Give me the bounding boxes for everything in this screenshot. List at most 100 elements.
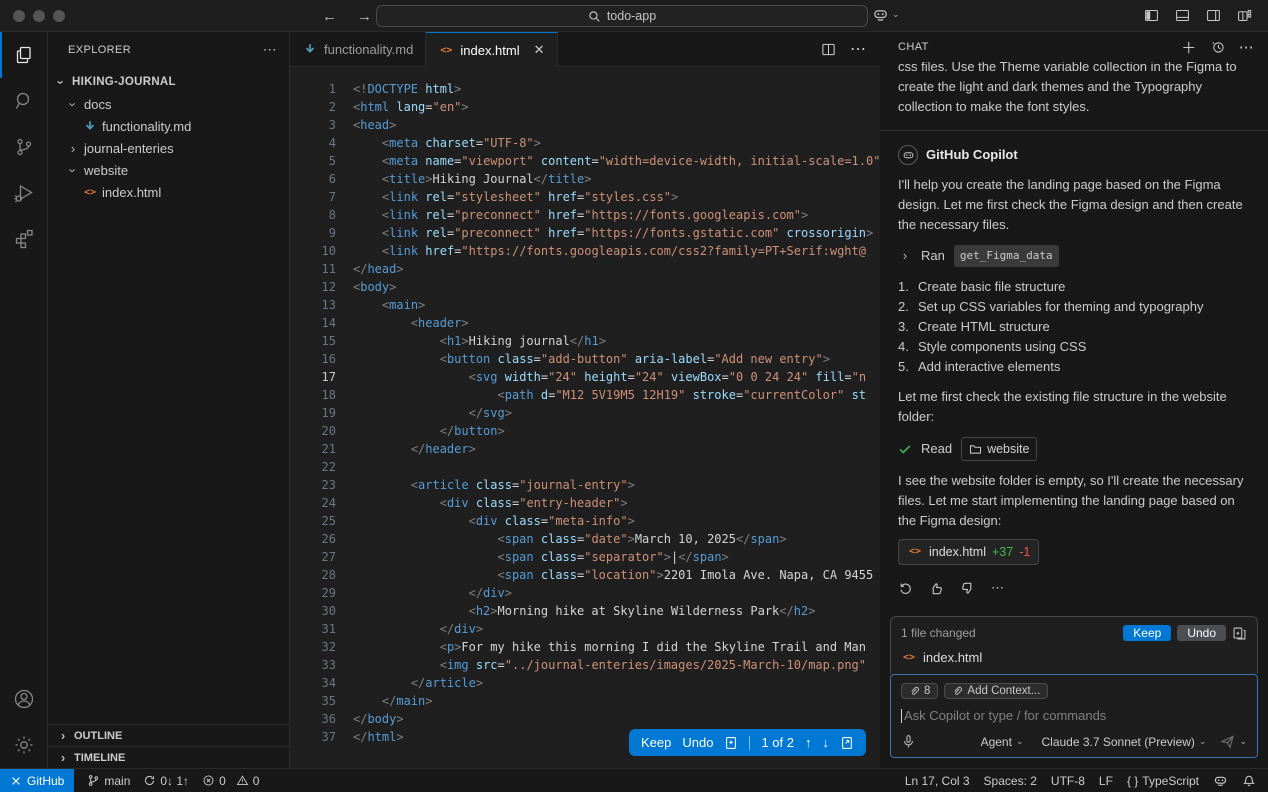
copilot-menu[interactable]: ⌄ <box>872 6 900 23</box>
remote-indicator[interactable]: GitHub <box>0 769 75 792</box>
code-line-30[interactable]: 30 <h2>Morning hike at Skyline Wildernes… <box>290 602 880 620</box>
next-change-icon[interactable]: ↓ <box>823 735 830 750</box>
code-line-28[interactable]: 28 <span class="location">2201 Imola Ave… <box>290 566 880 584</box>
keep-button[interactable]: Keep <box>641 735 671 750</box>
toggle-panel-icon[interactable] <box>1175 8 1190 23</box>
settings-gear-icon[interactable] <box>0 722 47 768</box>
tab-index-html[interactable]: <> index.html ✕ <box>426 32 558 67</box>
code-line-17[interactable]: 17 <svg width="24" height="24" viewBox="… <box>290 368 880 386</box>
microphone-icon[interactable] <box>901 734 916 749</box>
code-line-14[interactable]: 14 <header> <box>290 314 880 332</box>
code-line-16[interactable]: 16 <button class="add-button" aria-label… <box>290 350 880 368</box>
language-mode[interactable]: { } TypeScript <box>1127 774 1199 788</box>
tree-item-journal-enteries[interactable]: › journal-enteries <box>48 137 289 159</box>
minimize-window-icon[interactable] <box>33 10 45 22</box>
chat-more-icon[interactable]: ⋯ <box>1239 38 1254 56</box>
undo-button[interactable]: Undo <box>682 735 713 750</box>
split-editor-icon[interactable] <box>821 42 836 57</box>
code-line-25[interactable]: 25 <div class="meta-info"> <box>290 512 880 530</box>
code-line-5[interactable]: 5 <meta name="viewport" content="width=d… <box>290 152 880 170</box>
back-icon[interactable]: ← <box>322 8 337 25</box>
thumbs-up-icon[interactable] <box>929 581 944 596</box>
tool-call-row[interactable]: › Ran get_Figma_data <box>898 245 1250 267</box>
eol-setting[interactable]: LF <box>1099 774 1113 788</box>
code-line-20[interactable]: 20 </button> <box>290 422 880 440</box>
code-line-27[interactable]: 27 <span class="separator">|</span> <box>290 548 880 566</box>
code-line-8[interactable]: 8 <link rel="preconnect" href="https://f… <box>290 206 880 224</box>
code-line-24[interactable]: 24 <div class="entry-header"> <box>290 494 880 512</box>
indentation-setting[interactable]: Spaces: 2 <box>984 774 1037 788</box>
code-line-12[interactable]: 12 <body> <box>290 278 880 296</box>
add-context-chip[interactable]: Add Context... <box>944 683 1049 699</box>
code-line-1[interactable]: 1 <!DOCTYPE html> <box>290 80 880 98</box>
code-line-19[interactable]: 19 </svg> <box>290 404 880 422</box>
edited-file-row[interactable]: <> index.html <box>901 650 1247 665</box>
code-line-7[interactable]: 7 <link rel="stylesheet" href="styles.cs… <box>290 188 880 206</box>
notifications-bell-icon[interactable] <box>1242 774 1256 788</box>
code-line-2[interactable]: 2 <html lang="en"> <box>290 98 880 116</box>
timeline-section[interactable]: › TIMELINE <box>48 746 289 768</box>
code-line-6[interactable]: 6 <title>Hiking Journal</title> <box>290 170 880 188</box>
customize-layout-icon[interactable] <box>1237 8 1252 23</box>
close-window-icon[interactable] <box>13 10 25 22</box>
toggle-sidebar-icon[interactable] <box>1144 8 1159 23</box>
account-icon[interactable] <box>0 676 47 722</box>
keep-button[interactable]: Keep <box>1123 625 1172 641</box>
undo-button[interactable]: Undo <box>1177 625 1226 641</box>
editor-more-icon[interactable]: ⋯ <box>850 39 866 59</box>
command-center-search[interactable]: todo-app <box>376 5 868 27</box>
code-line-3[interactable]: 3 <head> <box>290 116 880 134</box>
read-target-chip[interactable]: website <box>961 437 1038 461</box>
tree-item-index-html[interactable]: <> index.html <box>48 181 289 203</box>
code-line-15[interactable]: 15 <h1>Hiking journal</h1> <box>290 332 880 350</box>
previous-change-icon[interactable]: ↑ <box>805 735 812 750</box>
tree-item-functionality-md[interactable]: functionality.md <box>48 115 289 137</box>
open-changes-icon[interactable] <box>724 736 738 750</box>
code-line-35[interactable]: 35 </main> <box>290 692 880 710</box>
explorer-more-icon[interactable]: ⋯ <box>263 41 277 58</box>
maximize-window-icon[interactable] <box>53 10 65 22</box>
code-line-11[interactable]: 11 </head> <box>290 260 880 278</box>
extensions-icon[interactable] <box>0 216 47 262</box>
code-line-36[interactable]: 36 </body> <box>290 710 880 728</box>
send-icon[interactable] <box>1220 734 1235 749</box>
search-view-icon[interactable] <box>0 78 47 124</box>
open-diff-icon[interactable] <box>840 736 854 750</box>
chat-input-field[interactable]: Ask Copilot or type / for commands <box>901 708 1247 723</box>
sync-status[interactable]: 0↓ 1↑ <box>143 774 189 788</box>
copilot-status-icon[interactable] <box>1213 773 1228 788</box>
tree-item-root[interactable]: › HIKING-JOURNAL <box>48 71 289 93</box>
code-line-21[interactable]: 21 </header> <box>290 440 880 458</box>
attachments-chip[interactable]: 8 <box>901 683 939 699</box>
code-line-32[interactable]: 32 <p>For my hike this morning I did the… <box>290 638 880 656</box>
chat-input-box[interactable]: 8 Add Context... Ask Copilot or type / f… <box>890 674 1258 758</box>
code-line-26[interactable]: 26 <span class="date">March 10, 2025</sp… <box>290 530 880 548</box>
code-line-13[interactable]: 13 <main> <box>290 296 880 314</box>
toggle-secondary-sidebar-icon[interactable] <box>1206 8 1221 23</box>
run-debug-icon[interactable] <box>0 170 47 216</box>
tree-item-docs[interactable]: › docs <box>48 93 289 115</box>
code-line-10[interactable]: 10 <link href="https://fonts.googleapis.… <box>290 242 880 260</box>
view-changes-icon[interactable] <box>1232 626 1247 641</box>
forward-icon[interactable]: → <box>357 8 372 25</box>
new-chat-icon[interactable]: ＋ <box>1181 37 1196 58</box>
code-line-29[interactable]: 29 </div> <box>290 584 880 602</box>
mode-selector[interactable]: Agent <box>981 735 1012 749</box>
code-line-31[interactable]: 31 </div> <box>290 620 880 638</box>
chat-history-icon[interactable] <box>1211 40 1225 54</box>
code-line-22[interactable]: 22 <box>290 458 880 476</box>
model-selector[interactable]: Claude 3.7 Sonnet (Preview) <box>1041 735 1194 749</box>
code-line-34[interactable]: 34 </article> <box>290 674 880 692</box>
changed-file-chip[interactable]: <> index.html +37 -1 <box>898 539 1040 565</box>
cursor-position[interactable]: Ln 17, Col 3 <box>905 774 970 788</box>
git-branch-status[interactable]: main <box>87 774 130 788</box>
read-tool-row[interactable]: Read website <box>898 437 1250 461</box>
encoding-setting[interactable]: UTF-8 <box>1051 774 1085 788</box>
tree-item-website[interactable]: › website <box>48 159 289 181</box>
tab-functionality-md[interactable]: functionality.md <box>290 32 427 66</box>
code-line-4[interactable]: 4 <meta charset="UTF-8"> <box>290 134 880 152</box>
outline-section[interactable]: › OUTLINE <box>48 724 289 746</box>
thumbs-down-icon[interactable] <box>960 581 975 596</box>
code-editor[interactable]: 1 <!DOCTYPE html> 2 <html lang="en"> 3 <head>… <box>290 67 880 768</box>
rerun-icon[interactable] <box>898 581 913 596</box>
